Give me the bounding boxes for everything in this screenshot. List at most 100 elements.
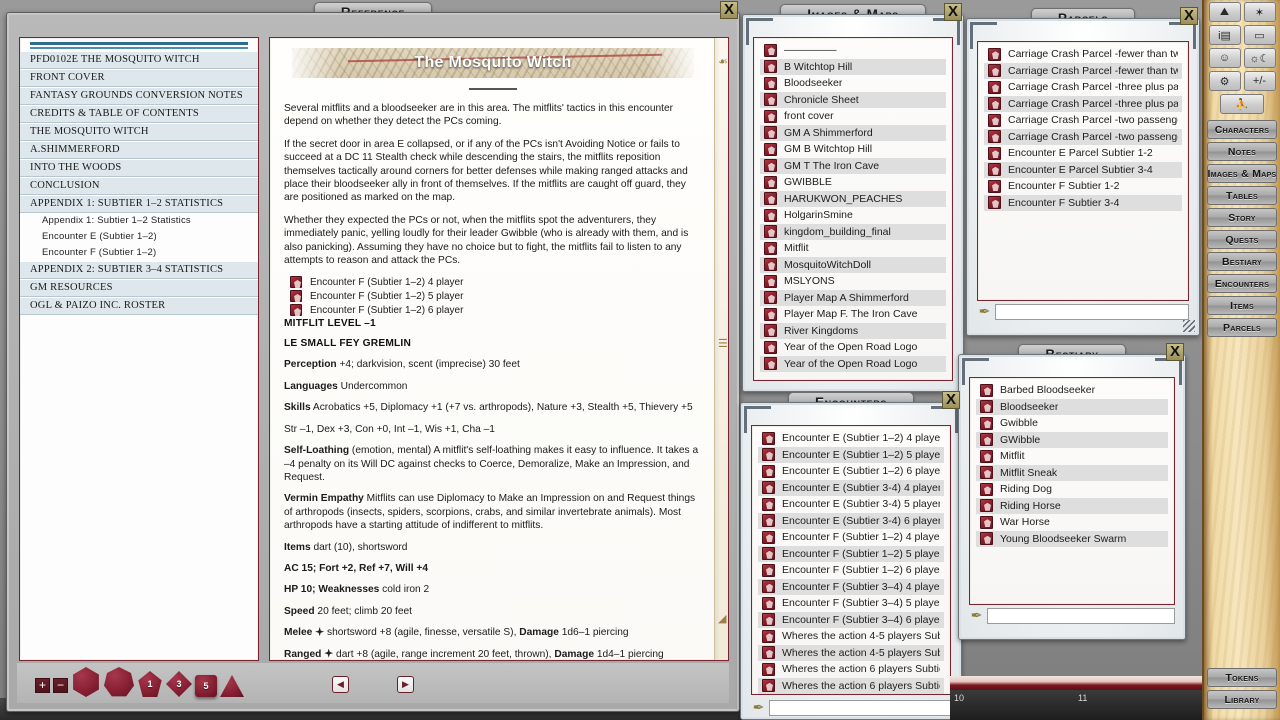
bestiary-new-entry-input[interactable]	[987, 608, 1175, 624]
add-die-button[interactable]: +	[35, 678, 50, 693]
list-item[interactable]: —————	[760, 42, 946, 59]
list-item[interactable]: Encounter F (Subtier 3–4) 6 player	[758, 611, 944, 628]
book-icon[interactable]: ▭	[1243, 25, 1276, 45]
list-item[interactable]: Encounter E (Subtier 1–2) 5 player	[758, 446, 944, 463]
sidebar-tab-items[interactable]: Items	[1207, 296, 1277, 315]
list-item[interactable]: HolgarinSmine	[760, 207, 946, 224]
list-item[interactable]: front cover	[760, 108, 946, 125]
toc-entry[interactable]: APPENDIX 2: SUBTIER 3–4 STATISTICS	[20, 261, 258, 279]
d4-die[interactable]	[220, 675, 244, 697]
sidebar-tab-notes[interactable]: Notes	[1207, 142, 1277, 161]
list-item[interactable]: B Witchtop Hill	[760, 58, 946, 75]
d8-die[interactable]: 3	[166, 671, 192, 697]
toc-entry[interactable]: FANTASY GROUNDS CONVERSION NOTES	[20, 87, 258, 105]
list-item[interactable]: Mitflit	[760, 240, 946, 257]
encounter-link[interactable]: Encounter F (Subtier 1–2) 4 player	[290, 276, 702, 289]
sidebar-tab-library[interactable]: Library	[1207, 690, 1277, 709]
sidebar-tab-tokens[interactable]: Tokens	[1207, 668, 1277, 687]
list-item[interactable]: Carriage Crash Parcel -fewer than two pa…	[984, 62, 1182, 79]
list-item[interactable]: Encounter E (Subtier 3-4) 6 player	[758, 512, 944, 529]
toc-entry[interactable]: Encounter F (Subtier 1–2)	[20, 245, 258, 261]
list-item[interactable]: Year of the Open Road Logo	[760, 339, 946, 356]
list-item[interactable]: Carriage Crash Parcel -two passengers Su…	[984, 128, 1182, 145]
list-item[interactable]: Mitflit	[976, 448, 1168, 465]
list-item[interactable]: Wheres the action 4-5 players Subtier 1-…	[758, 628, 944, 645]
list-item[interactable]: Encounter E (Subtier 3-4) 4 player	[758, 479, 944, 496]
list-item[interactable]: Mitflit Sneak	[976, 464, 1168, 481]
character-walk-icon[interactable]: ⛹	[1220, 94, 1264, 114]
parcels-close-button[interactable]: X	[1180, 7, 1198, 25]
list-item[interactable]: MSLYONS	[760, 273, 946, 290]
sidebar-tab-images-maps[interactable]: Images & Maps	[1207, 164, 1277, 183]
toc-entry[interactable]: CREDITS & TABLE OF CONTENTS	[20, 105, 258, 123]
list-item[interactable]: GM T The Iron Cave	[760, 157, 946, 174]
list-item[interactable]: GWibble	[976, 431, 1168, 448]
list-item[interactable]: Wheres the action 6 players Subtier 3-4	[758, 677, 944, 694]
list-item[interactable]: Bloodseeker	[760, 75, 946, 92]
sidebar-tab-quests[interactable]: Quests	[1207, 230, 1277, 249]
encounter-link[interactable]: Encounter F (Subtier 1–2) 6 player	[290, 304, 702, 317]
toc-entry[interactable]: APPENDIX 1: SUBTIER 1–2 STATISTICS	[20, 195, 258, 213]
encounters-new-entry-input[interactable]	[769, 700, 951, 716]
list-item[interactable]: Young Bloodseeker Swarm	[976, 530, 1168, 547]
list-item[interactable]: Chronicle Sheet	[760, 91, 946, 108]
list-item[interactable]: Encounter E Parcel Subtier 1-2	[984, 145, 1182, 162]
list-item[interactable]: Encounter F (Subtier 1–2) 6 player	[758, 562, 944, 579]
dice-tray[interactable]: + − 1 3 5	[35, 667, 244, 697]
list-item[interactable]: Wheres the action 4-5 players Subtier 3-…	[758, 644, 944, 661]
parcels-resize-grip[interactable]	[1183, 320, 1195, 332]
d10-die[interactable]: 1	[138, 671, 162, 697]
list-item[interactable]: Encounter F (Subtier 1–2) 5 player	[758, 545, 944, 562]
list-item[interactable]: HARUKWON_PEACHES	[760, 190, 946, 207]
reference-table-of-contents[interactable]: PFD0102E THE MOSQUITO WITCH FRONT COVER FA…	[19, 37, 259, 661]
remove-die-button[interactable]: −	[53, 678, 68, 693]
list-item[interactable]: Carriage Crash Parcel -three plus passen…	[984, 95, 1182, 112]
next-page-button[interactable]: ▶	[397, 676, 414, 693]
toc-entry[interactable]: CONCLUSION	[20, 177, 258, 195]
sidebar-tab-story[interactable]: Story	[1207, 208, 1277, 227]
sidebar-tab-encounters[interactable]: Encounters	[1207, 274, 1277, 293]
toc-entry[interactable]: Encounter E (Subtier 1–2)	[20, 229, 258, 245]
list-item[interactable]: Encounter E (Subtier 1–2) 6 player	[758, 463, 944, 480]
list-item[interactable]: Carriage Crash Parcel -three plus passen…	[984, 79, 1182, 96]
toc-entry[interactable]: FRONT COVER	[20, 69, 258, 87]
map-icon[interactable]: ⛰	[1208, 2, 1241, 22]
list-item[interactable]: MosquitoWitchDoll	[760, 256, 946, 273]
plus-minus-icon[interactable]: +/-	[1243, 71, 1276, 91]
list-item[interactable]: Year of the Open Road Logo	[760, 355, 946, 372]
toc-entry[interactable]: Appendix 1: Subtier 1–2 Statistics	[20, 213, 258, 229]
list-item[interactable]: Carriage Crash Parcel -two passengers Su…	[984, 112, 1182, 129]
list-item[interactable]: GWIBBLE	[760, 174, 946, 191]
list-item[interactable]: Player Map A Shimmerford	[760, 289, 946, 306]
daynight-icon[interactable]: ☼☾	[1243, 48, 1276, 68]
list-item[interactable]: Encounter F Subtier 3-4	[984, 194, 1182, 211]
list-item[interactable]: Encounter E (Subtier 3-4) 5 player	[758, 496, 944, 513]
d6-die[interactable]: 5	[195, 675, 217, 697]
sidebar-tab-parcels[interactable]: Parcels	[1207, 318, 1277, 337]
previous-page-button[interactable]: ◀	[332, 676, 349, 693]
list-item[interactable]: Gwibble	[976, 415, 1168, 432]
list-item[interactable]: Barbed Bloodseeker	[976, 382, 1168, 399]
list-item[interactable]: kingdom_building_final	[760, 223, 946, 240]
settings-gear-icon[interactable]: ⚙	[1208, 71, 1241, 91]
toc-entry[interactable]: GM RESOURCES	[20, 279, 258, 297]
images-maps-close-button[interactable]: X	[944, 3, 962, 21]
toc-entry[interactable]: OGL & PAIZO INC. ROSTER	[20, 297, 258, 315]
toc-entry[interactable]: INTO THE WOODS	[20, 159, 258, 177]
toc-entry[interactable]: A.SHIMMERFORD	[20, 141, 258, 159]
sidebar-tab-bestiary[interactable]: Bestiary	[1207, 252, 1277, 271]
modifiers-icon[interactable]: i▤	[1208, 25, 1241, 45]
d12-die[interactable]	[104, 667, 134, 697]
encounters-close-button[interactable]: X	[942, 391, 960, 409]
list-item[interactable]: Encounter F (Subtier 1–2) 4 player	[758, 529, 944, 546]
list-item[interactable]: War Horse	[976, 514, 1168, 531]
list-item[interactable]: Riding Horse	[976, 497, 1168, 514]
parcels-new-entry-input[interactable]	[995, 304, 1189, 320]
list-item[interactable]: Encounter E (Subtier 1–2) 4 player	[758, 430, 944, 447]
list-item[interactable]: Bloodseeker	[976, 398, 1168, 415]
d20-die[interactable]	[73, 667, 99, 697]
list-item[interactable]: Encounter F Subtier 1-2	[984, 178, 1182, 195]
bestiary-close-button[interactable]: X	[1166, 343, 1184, 361]
masks-icon[interactable]: ☺	[1208, 48, 1241, 68]
dice-icon[interactable]: ✶	[1243, 2, 1276, 22]
